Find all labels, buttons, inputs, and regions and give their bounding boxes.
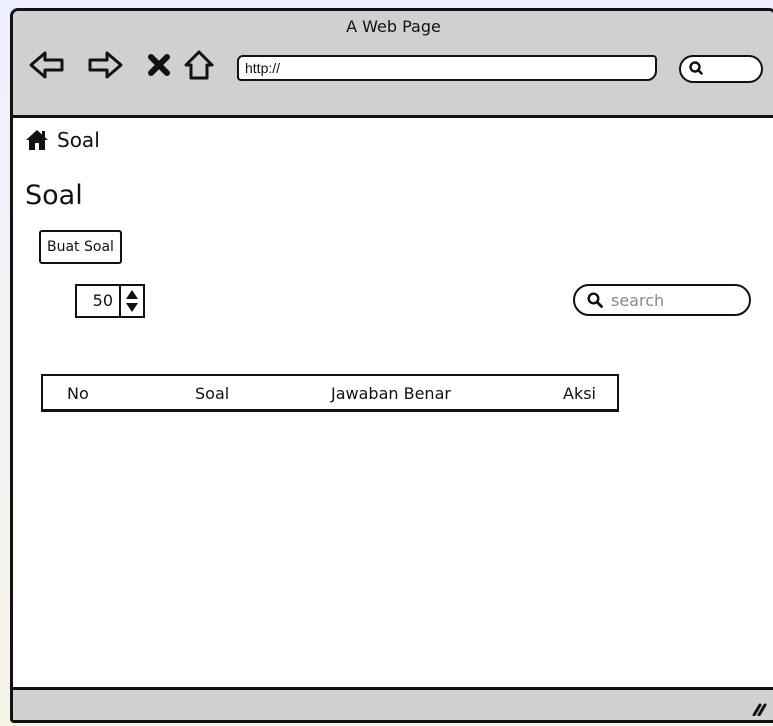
column-header-aksi[interactable]: Aksi bbox=[563, 384, 596, 403]
url-input[interactable]: http:// bbox=[237, 55, 657, 81]
questions-table: No Soal Jawaban Benar Aksi bbox=[41, 374, 619, 412]
forward-button[interactable] bbox=[85, 45, 125, 85]
column-header-jawaban-benar[interactable]: Jawaban Benar bbox=[331, 384, 451, 403]
browser-toolbar: A Web Page http:// bbox=[13, 11, 773, 118]
search-field[interactable] bbox=[573, 284, 751, 316]
home-icon[interactable] bbox=[25, 129, 49, 151]
home-icon bbox=[184, 50, 214, 80]
stop-button[interactable] bbox=[139, 45, 179, 85]
stepper-arrows[interactable] bbox=[119, 286, 143, 316]
breadcrumb: Soal bbox=[25, 128, 100, 152]
browser-search-field[interactable] bbox=[679, 55, 763, 83]
rows-per-page-stepper[interactable]: 50 bbox=[75, 284, 145, 318]
home-button[interactable] bbox=[179, 45, 219, 85]
column-header-no[interactable]: No bbox=[67, 384, 89, 403]
search-icon bbox=[587, 292, 603, 308]
search-input[interactable] bbox=[609, 289, 743, 311]
window-title: A Web Page bbox=[346, 17, 441, 36]
column-header-soal[interactable]: Soal bbox=[195, 384, 229, 403]
page-content: Soal Soal Buat Soal 50 No Soal Jawaban B bbox=[13, 118, 773, 690]
resize-grip-icon[interactable] bbox=[750, 698, 768, 716]
up-down-arrows-icon bbox=[126, 290, 138, 312]
breadcrumb-label[interactable]: Soal bbox=[57, 128, 100, 152]
back-button[interactable] bbox=[27, 45, 67, 85]
search-icon bbox=[689, 61, 703, 75]
forward-arrow-icon bbox=[88, 51, 123, 79]
rows-per-page-value[interactable]: 50 bbox=[77, 286, 119, 316]
back-arrow-icon bbox=[29, 51, 64, 79]
create-question-button[interactable]: Buat Soal bbox=[39, 230, 122, 264]
close-icon bbox=[148, 54, 170, 76]
status-bar bbox=[13, 687, 773, 720]
browser-window: A Web Page http:// Soal Soal Buat Soal 5… bbox=[10, 8, 773, 723]
page-title: Soal bbox=[25, 180, 83, 211]
